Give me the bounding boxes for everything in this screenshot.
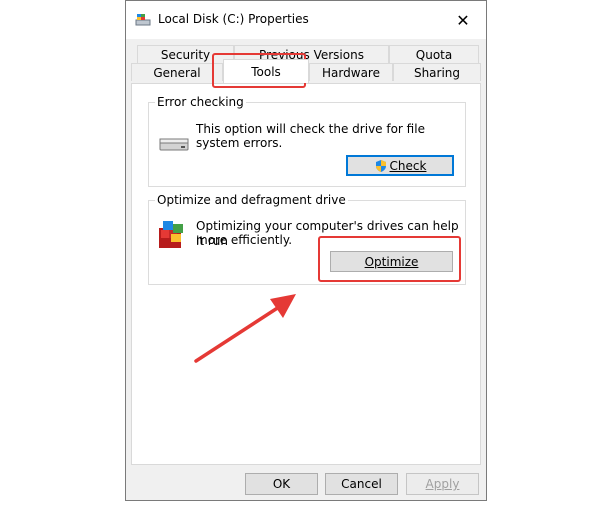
optimize-group: Optimize and defragment drive Optimizing… <box>148 193 466 285</box>
hard-drive-icon <box>159 138 189 151</box>
tab-quota[interactable]: Quota <box>389 45 479 63</box>
error-checking-desc-line1: This option will check the drive for fil… <box>196 122 425 136</box>
ok-button-label: OK <box>272 477 291 491</box>
title-bar: Local Disk (C:) Properties ✕ <box>126 1 486 39</box>
error-checking-desc-line2: system errors. <box>196 136 283 150</box>
cancel-button[interactable]: Cancel <box>325 473 398 495</box>
shield-icon <box>375 159 386 172</box>
tab-label: Sharing <box>413 65 461 80</box>
apply-button[interactable]: Apply <box>406 473 479 495</box>
tab-label: Tools <box>251 64 281 79</box>
close-button[interactable]: ✕ <box>440 1 486 39</box>
tab-label: Security <box>160 47 211 62</box>
optimize-button-label: Optimize <box>364 254 419 269</box>
optimize-button[interactable]: Optimize <box>330 251 453 272</box>
tab-label: General <box>153 65 201 80</box>
tab-general[interactable]: General <box>131 63 223 81</box>
window-title: Local Disk (C:) Properties <box>158 12 309 26</box>
tab-tools[interactable]: Tools <box>223 59 309 83</box>
tab-sharing[interactable]: Sharing <box>393 63 481 81</box>
tab-hardware[interactable]: Hardware <box>309 63 393 81</box>
optimize-desc-line2: more efficiently. <box>196 233 293 247</box>
check-button-label: Check <box>389 158 427 173</box>
tools-panel: Error checking This option will check th… <box>131 83 481 465</box>
tab-security[interactable]: Security <box>137 45 234 63</box>
cancel-button-label: Cancel <box>341 477 382 491</box>
ok-button[interactable]: OK <box>245 473 318 495</box>
group-label: Optimize and defragment drive <box>155 193 348 207</box>
properties-window: Local Disk (C:) Properties ✕ Security Pr… <box>125 0 487 501</box>
tab-label: Hardware <box>322 65 380 80</box>
tab-label: Quota <box>415 47 453 62</box>
close-icon: ✕ <box>456 10 470 30</box>
apply-button-label: Apply <box>425 477 460 491</box>
group-label: Error checking <box>155 95 246 109</box>
check-button[interactable]: Check <box>346 155 454 176</box>
drive-icon <box>135 14 151 26</box>
defrag-icon <box>159 221 183 248</box>
error-checking-group: Error checking This option will check th… <box>148 95 466 187</box>
